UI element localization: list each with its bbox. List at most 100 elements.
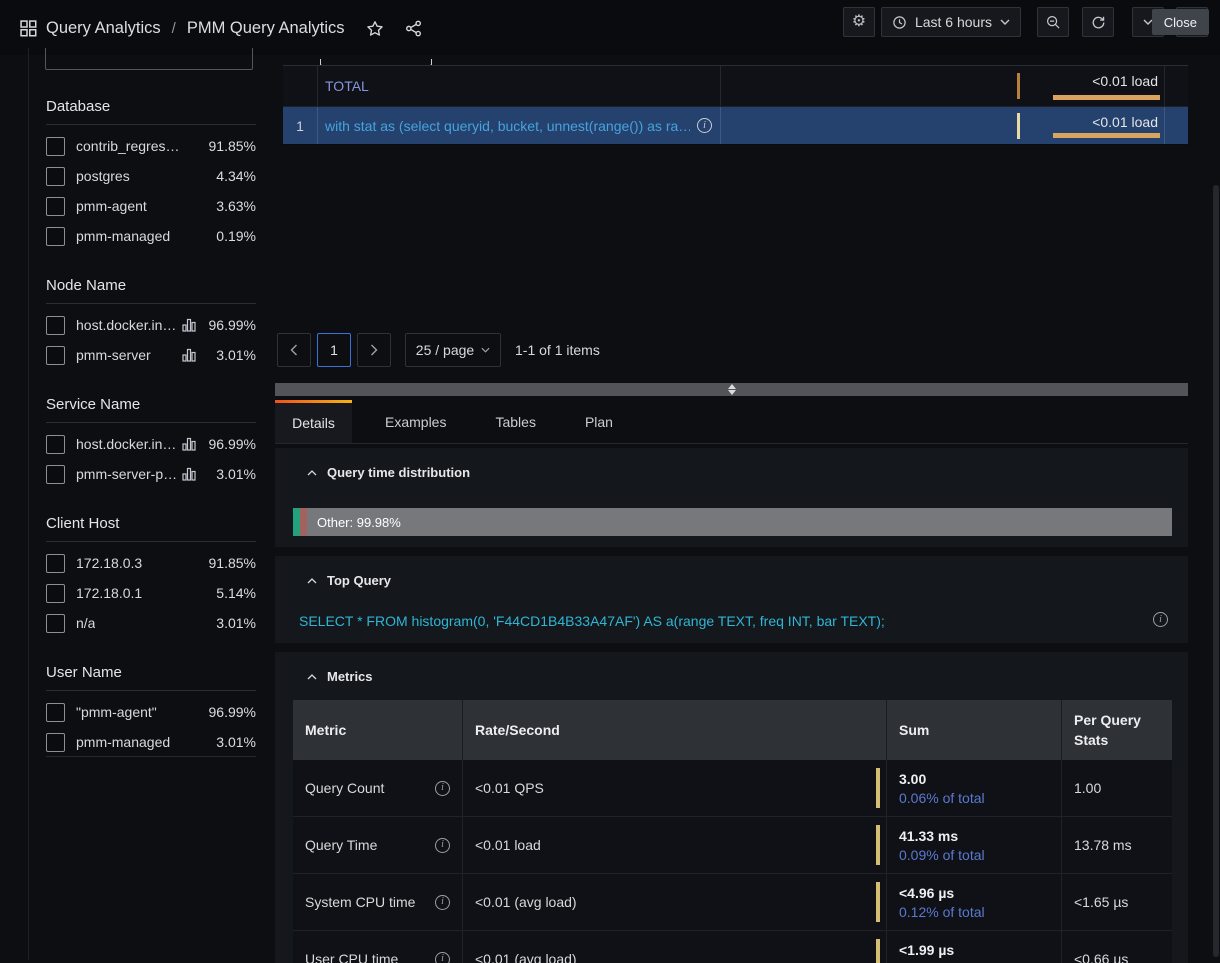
close-button[interactable]: Close <box>1152 9 1209 35</box>
checkbox[interactable] <box>46 614 65 633</box>
filter-item[interactable]: host.docker.in… 96.99% <box>29 310 268 340</box>
filter-item-label[interactable]: pmm-managed <box>76 228 170 244</box>
metric-name: User CPU time <box>305 951 398 963</box>
bar-chart-icon[interactable] <box>182 467 196 481</box>
filter-item[interactable]: "pmm-agent" 96.99% <box>29 697 268 727</box>
distribution-segment[interactable] <box>300 508 307 536</box>
breadcrumb: Query Analytics / PMM Query Analytics <box>20 19 422 38</box>
resize-down-arrow-icon <box>728 390 736 395</box>
divider <box>46 756 256 757</box>
chevron-up-icon[interactable] <box>307 470 317 476</box>
details-tab[interactable]: Tables <box>479 400 551 443</box>
filter-item[interactable]: pmm-agent 3.63% <box>29 191 268 221</box>
filter-item-label[interactable]: n/a <box>76 615 95 631</box>
filter-item-label[interactable]: host.docker.in… <box>76 436 176 452</box>
checkbox[interactable] <box>46 554 65 573</box>
star-icon[interactable] <box>366 20 384 38</box>
panel-splitter[interactable] <box>275 383 1188 396</box>
checkbox[interactable] <box>46 137 65 156</box>
query-text-link[interactable]: with stat as (select queryid, bucket, un… <box>325 118 690 134</box>
filter-item[interactable]: 172.18.0.1 5.14% <box>29 578 268 608</box>
refresh-button[interactable] <box>1082 7 1114 37</box>
metric-sum-percent-link[interactable]: 0.09% of total <box>899 847 985 863</box>
filter-search-input[interactable] <box>45 48 253 70</box>
distribution-segment[interactable] <box>293 508 300 536</box>
bar-chart-icon[interactable] <box>182 437 196 451</box>
filter-item-label[interactable]: 172.18.0.3 <box>76 555 142 571</box>
filter-item-label[interactable]: pmm-managed <box>76 734 170 750</box>
checkbox[interactable] <box>46 435 65 454</box>
filter-item[interactable]: pmm-server 3.01% <box>29 340 268 370</box>
filter-item[interactable]: pmm-server-p… 3.01% <box>29 459 268 489</box>
filter-item-label[interactable]: "pmm-agent" <box>76 704 157 720</box>
zoom-out-button[interactable] <box>1037 7 1069 37</box>
page-number-button[interactable]: 1 <box>317 333 351 367</box>
bar-chart-icon[interactable] <box>182 348 196 362</box>
metric-sum-percent-link[interactable]: 0.06% of total <box>899 790 985 806</box>
metric-rate: <0.01 (avg load) <box>475 894 577 910</box>
breadcrumb-separator: / <box>170 20 178 37</box>
query-table-row[interactable]: TOTAL i <0.01 load <box>283 66 1188 107</box>
info-icon[interactable]: i <box>435 838 450 853</box>
checkbox[interactable] <box>46 584 65 603</box>
filter-item[interactable]: pmm-managed 0.19% <box>29 221 268 251</box>
details-tab[interactable]: Examples <box>369 400 462 443</box>
checkbox[interactable] <box>46 733 65 752</box>
divider <box>46 124 256 125</box>
checkbox[interactable] <box>46 316 65 335</box>
query-table-row[interactable]: 1 with stat as (select queryid, bucket, … <box>283 107 1188 145</box>
filter-item-label[interactable]: pmm-server <box>76 347 151 363</box>
filter-item[interactable]: host.docker.in… 96.99% <box>29 429 268 459</box>
filter-item[interactable]: n/a 3.01% <box>29 608 268 638</box>
bar-chart-icon[interactable] <box>182 318 196 332</box>
info-icon[interactable]: i <box>435 781 450 796</box>
checkbox[interactable] <box>46 346 65 365</box>
query-text-link[interactable]: TOTAL <box>325 78 369 94</box>
metric-per-query: 13.78 ms <box>1074 837 1132 853</box>
column-header: Per Query Stats <box>1062 700 1172 760</box>
filter-item[interactable]: postgres 4.34% <box>29 161 268 191</box>
page-size-select[interactable]: 25 / page <box>405 333 501 367</box>
chevron-up-icon[interactable] <box>307 674 317 680</box>
metric-sum-percent-link[interactable]: 0.12% of total <box>899 904 985 920</box>
details-tab[interactable]: Details <box>275 400 352 443</box>
share-icon[interactable] <box>405 20 422 37</box>
checkbox[interactable] <box>46 465 65 484</box>
filter-item-label[interactable]: postgres <box>76 168 130 184</box>
query-cell: with stat as (select queryid, bucket, un… <box>318 107 721 144</box>
next-page-button[interactable] <box>357 333 391 367</box>
info-icon[interactable]: i <box>1153 612 1168 627</box>
filter-item-label[interactable]: 172.18.0.1 <box>76 585 142 601</box>
metric-name: Query Count <box>305 780 384 796</box>
rate-sparkline-spike <box>876 882 880 922</box>
time-range-picker[interactable]: Last 6 hours <box>881 7 1021 37</box>
filter-item[interactable]: contrib_regres… 91.85% <box>29 131 268 161</box>
apps-grid-icon[interactable] <box>20 20 37 37</box>
checkbox[interactable] <box>46 197 65 216</box>
info-icon[interactable]: i <box>435 895 450 910</box>
chevron-up-icon[interactable] <box>307 578 317 584</box>
vertical-scrollbar[interactable] <box>1213 185 1219 957</box>
section-title: Top Query <box>327 573 391 588</box>
load-sparkline-spike <box>1017 113 1020 139</box>
prev-page-button[interactable] <box>277 333 311 367</box>
filter-item-label[interactable]: contrib_regres… <box>76 138 180 154</box>
filter-item-percent: 3.01% <box>204 615 256 631</box>
section-title: Query time distribution <box>327 465 470 480</box>
checkbox[interactable] <box>46 167 65 186</box>
filter-item-label[interactable]: pmm-server-p… <box>76 466 177 482</box>
breadcrumb-parent[interactable]: Query Analytics <box>46 19 161 38</box>
checkbox[interactable] <box>46 703 65 722</box>
filter-item-label[interactable]: pmm-agent <box>76 198 147 214</box>
distribution-segment-other[interactable]: Other: 99.98% <box>307 508 1172 536</box>
info-icon[interactable]: i <box>435 952 450 963</box>
checkbox[interactable] <box>46 227 65 246</box>
settings-button[interactable]: ⚙ <box>843 7 875 37</box>
info-icon[interactable]: i <box>697 118 712 133</box>
details-tab[interactable]: Plan <box>569 400 629 443</box>
filter-item[interactable]: 172.18.0.3 91.85% <box>29 548 268 578</box>
load-value: <0.01 load <box>1092 73 1158 89</box>
filter-item-label[interactable]: host.docker.in… <box>76 317 176 333</box>
filter-item[interactable]: pmm-managed 3.01% <box>29 727 268 757</box>
metric-per-query: <1.65 µs <box>1074 894 1128 910</box>
